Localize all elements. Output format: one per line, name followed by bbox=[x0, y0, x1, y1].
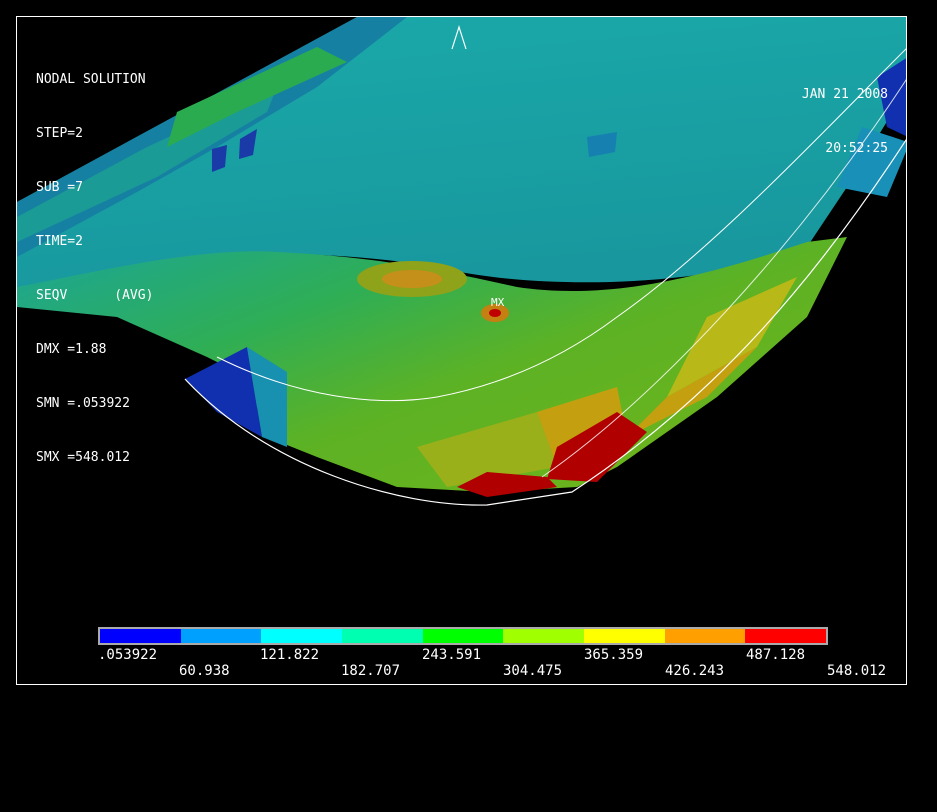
info-line-sub: SUB =7 bbox=[36, 180, 83, 195]
view-triad-icon bbox=[451, 25, 467, 50]
legend-segment-4 bbox=[422, 629, 504, 643]
info-line-title: NODAL SOLUTION bbox=[36, 72, 146, 87]
legend-label-top-3: 365.359 bbox=[584, 647, 644, 663]
info-line-dmx: DMX =1.88 bbox=[36, 342, 107, 357]
info-line-seqv: SEQV (AVG) bbox=[36, 288, 154, 303]
graphics-viewport[interactable]: MX NODAL SOLUTION STEP=2 SUB =7 TIME=2 S… bbox=[16, 16, 907, 685]
legend-segment-8 bbox=[745, 629, 827, 643]
legend-label-bottom-4: 548.012 bbox=[827, 663, 887, 679]
max-value-marker: MX bbox=[491, 296, 505, 309]
legend-label-bottom-3: 426.243 bbox=[665, 663, 725, 679]
time-text: 20:52:25 bbox=[825, 141, 888, 156]
legend-label-bottom-0: 60.938 bbox=[179, 663, 230, 679]
legend-label-top-0: .053922 bbox=[98, 647, 158, 663]
info-line-smn: SMN =.053922 bbox=[36, 396, 130, 411]
legend-segment-3 bbox=[342, 629, 423, 643]
legend-segment-6 bbox=[584, 629, 665, 643]
legend-label-top-1: 121.822 bbox=[260, 647, 320, 663]
datetime-stamp: JAN 21 2008 20:52:25 bbox=[802, 50, 888, 194]
legend-label-bottom-1: 182.707 bbox=[341, 663, 401, 679]
legend-segment-0 bbox=[100, 629, 181, 643]
contour-legend-bar bbox=[98, 627, 828, 645]
legend-segment-5 bbox=[503, 629, 585, 643]
legend-label-top-4: 487.128 bbox=[746, 647, 806, 663]
legend-segment-2 bbox=[261, 629, 343, 643]
date-text: JAN 21 2008 bbox=[801, 87, 888, 102]
legend-label-top-2: 243.591 bbox=[422, 647, 482, 663]
legend-segment-1 bbox=[180, 629, 262, 643]
info-line-step: STEP=2 bbox=[36, 126, 83, 141]
info-line-smx: SMX =548.012 bbox=[36, 450, 130, 465]
solution-info-block: NODAL SOLUTION STEP=2 SUB =7 TIME=2 SEQV… bbox=[36, 35, 153, 503]
legend-label-bottom-2: 304.475 bbox=[503, 663, 563, 679]
legend-segment-7 bbox=[664, 629, 746, 643]
info-line-time: TIME=2 bbox=[36, 234, 83, 249]
